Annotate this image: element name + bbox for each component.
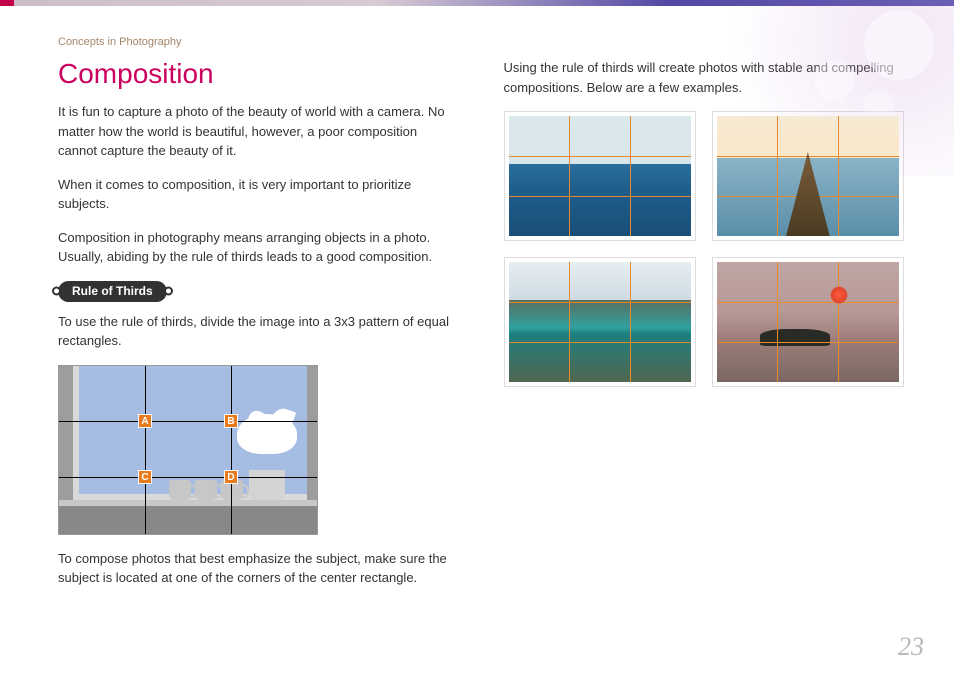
- grid-label-a: A: [138, 414, 152, 428]
- example-photo-rock-coast: [712, 111, 904, 241]
- intro-paragraph-2: When it comes to composition, it is very…: [58, 175, 459, 214]
- example-photo-sunset: [712, 257, 904, 387]
- page-title: Composition: [58, 58, 459, 90]
- intro-paragraph-3: Composition in photography means arrangi…: [58, 228, 459, 267]
- example-photo-ocean-horizon: [504, 111, 696, 241]
- page-number: 23: [898, 632, 924, 662]
- rule-paragraph-1: To use the rule of thirds, divide the im…: [58, 312, 459, 351]
- left-column: Composition It is fun to capture a photo…: [58, 58, 459, 602]
- breadcrumb: Concepts in Photography: [0, 6, 954, 48]
- intro-paragraph-1: It is fun to capture a photo of the beau…: [58, 102, 459, 161]
- rule-of-thirds-diagram: A B C D: [58, 365, 318, 535]
- grid-label-c: C: [138, 470, 152, 484]
- grid-label-d: D: [224, 470, 238, 484]
- example-photo-mountain-lake: [504, 257, 696, 387]
- grid-label-b: B: [224, 414, 238, 428]
- examples-intro: Using the rule of thirds will create pho…: [504, 58, 905, 97]
- example-photo-grid: [504, 111, 905, 387]
- right-column: Using the rule of thirds will create pho…: [504, 58, 905, 602]
- rule-of-thirds-pill: Rule of Thirds: [58, 281, 167, 302]
- rule-paragraph-2: To compose photos that best emphasize th…: [58, 549, 459, 588]
